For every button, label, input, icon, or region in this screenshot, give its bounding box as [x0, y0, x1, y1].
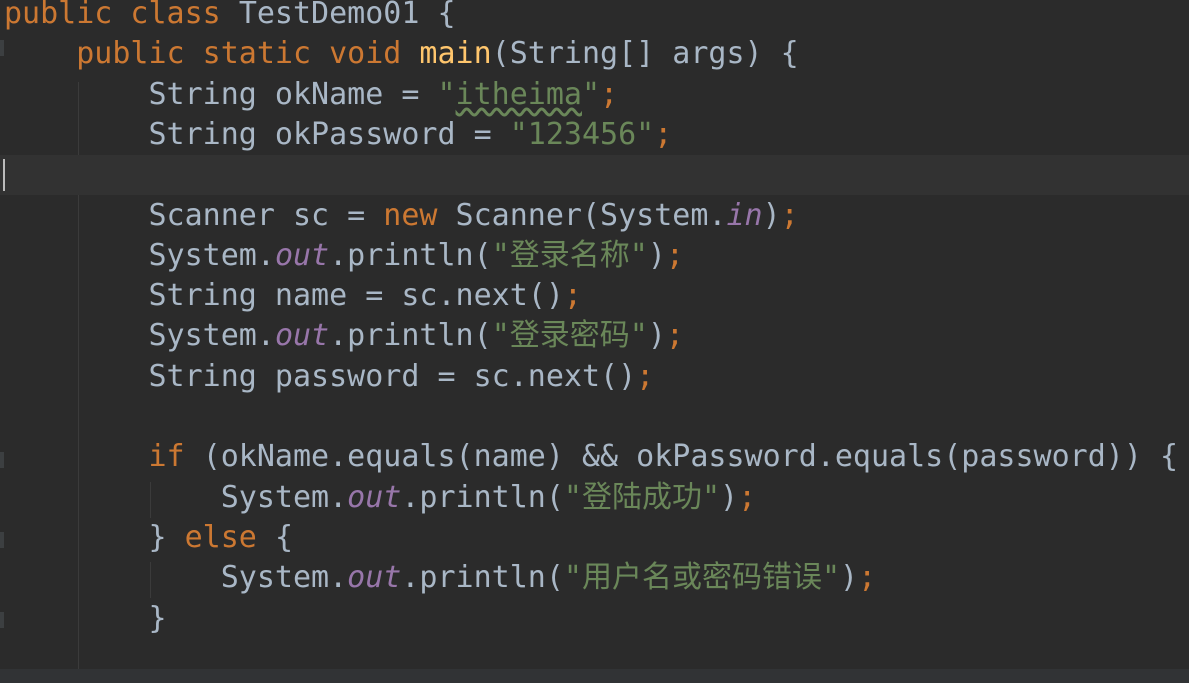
- code-token: System.: [4, 560, 348, 596]
- code-token: "用户名或密码错误": [563, 560, 841, 596]
- code-token: out: [347, 479, 402, 515]
- fold-marker[interactable]: [0, 40, 4, 56]
- code-token: "123456": [509, 116, 655, 152]
- code-token: Scanner(System.: [455, 197, 727, 233]
- code-token: (String[] args) {: [491, 36, 799, 72]
- code-token: {: [274, 519, 293, 555]
- code-text: public static void main(String[] args) {: [4, 34, 799, 74]
- code-token: String okName =: [4, 76, 438, 112]
- code-token: System.: [4, 479, 348, 515]
- text-caret: [3, 159, 5, 192]
- code-token: ): [840, 560, 859, 596]
- fold-marker[interactable]: [0, 532, 4, 548]
- fold-marker[interactable]: [0, 452, 4, 468]
- code-token: TestDemo01: [238, 0, 438, 31]
- code-line[interactable]: } else {: [0, 518, 1189, 558]
- code-token: "登录名称": [491, 237, 648, 273]
- code-line[interactable]: public class TestDemo01 {: [0, 0, 1189, 34]
- code-text: if (okName.equals(name) && okPassword.eq…: [4, 437, 1179, 477]
- code-line[interactable]: System.out.println("登录名称");: [0, 236, 1189, 276]
- code-token: .println(: [401, 479, 564, 515]
- code-token: new: [383, 197, 456, 233]
- code-token: ": [437, 76, 456, 112]
- code-token: ;: [665, 237, 684, 273]
- code-editor[interactable]: public class TestDemo01 { public static …: [0, 0, 1189, 683]
- code-token: itheima: [455, 76, 582, 112]
- code-token: ;: [858, 560, 877, 596]
- code-token: out: [274, 318, 330, 354]
- code-token: System.: [4, 237, 275, 273]
- code-text: public class TestDemo01 {: [4, 0, 456, 34]
- code-token: ;: [738, 479, 757, 515]
- code-token: Scanner sc =: [4, 197, 384, 233]
- code-token: ): [647, 237, 666, 273]
- code-token: .println(: [329, 318, 492, 354]
- code-token: ): [647, 318, 666, 354]
- code-token: }: [4, 600, 167, 636]
- code-line[interactable]: System.out.println("用户名或密码错误");: [0, 558, 1189, 598]
- fold-marker[interactable]: [0, 612, 4, 628]
- code-line[interactable]: System.out.println("登陆成功");: [0, 478, 1189, 518]
- code-token: String name = sc.next(): [4, 278, 564, 314]
- code-text: } else {: [4, 518, 293, 558]
- code-line[interactable]: }: [0, 599, 1189, 639]
- code-text: String okName = "itheima";: [4, 75, 618, 115]
- code-line[interactable]: String name = sc.next();: [0, 276, 1189, 316]
- code-text: String password = sc.next();: [4, 357, 654, 397]
- code-token: (okName.equals(name) && okPassword.equal…: [202, 439, 1179, 475]
- code-line[interactable]: [0, 397, 1189, 437]
- code-text: }: [4, 599, 167, 639]
- code-token: String okPassword =: [4, 116, 510, 152]
- code-token: main: [419, 36, 492, 72]
- code-text: System.out.println("登录名称");: [4, 236, 684, 276]
- code-token: out: [347, 560, 402, 596]
- code-line[interactable]: if (okName.equals(name) && okPassword.eq…: [0, 437, 1189, 477]
- code-line[interactable]: String okPassword = "123456";: [0, 115, 1189, 155]
- code-token: ;: [654, 116, 673, 152]
- code-token: public class: [4, 0, 239, 31]
- code-token: System.: [4, 318, 275, 354]
- code-token: .println(: [329, 237, 492, 273]
- code-token: public static void: [76, 36, 420, 72]
- code-token: ": [581, 76, 601, 112]
- code-text: String okPassword = "123456";: [4, 115, 672, 155]
- code-token: ;: [600, 76, 619, 112]
- code-token: ;: [665, 318, 684, 354]
- code-token: "登陆成功": [563, 479, 721, 515]
- code-token: in: [726, 197, 763, 233]
- code-token: }: [4, 519, 185, 555]
- code-text: String name = sc.next();: [4, 276, 582, 316]
- code-text: Scanner sc = new Scanner(System.in);: [4, 196, 799, 236]
- code-token: ;: [636, 358, 655, 394]
- code-line[interactable]: public static void main(String[] args) {: [0, 34, 1189, 74]
- code-line[interactable]: Scanner sc = new Scanner(System.in);: [0, 196, 1189, 236]
- code-token: String password = sc.next(): [4, 358, 637, 394]
- code-token: out: [274, 237, 330, 273]
- code-token: .println(: [401, 560, 564, 596]
- code-token: ;: [563, 278, 582, 314]
- code-token: if: [148, 439, 203, 475]
- code-line[interactable]: String password = sc.next();: [0, 357, 1189, 397]
- code-token: else: [184, 519, 275, 555]
- code-line[interactable]: System.out.println("登录密码");: [0, 316, 1189, 356]
- code-line[interactable]: String okName = "itheima";: [0, 75, 1189, 115]
- code-line[interactable]: [0, 155, 1189, 196]
- code-text: System.out.println("用户名或密码错误");: [4, 558, 876, 598]
- code-token: ): [720, 479, 739, 515]
- code-token: "登录密码": [491, 318, 648, 354]
- code-token: ;: [780, 197, 799, 233]
- code-text: System.out.println("登陆成功");: [4, 478, 756, 518]
- code-token: {: [437, 0, 456, 31]
- code-token: ): [762, 197, 781, 233]
- code-text: System.out.println("登录密码");: [4, 316, 684, 356]
- status-strip: [0, 669, 1189, 683]
